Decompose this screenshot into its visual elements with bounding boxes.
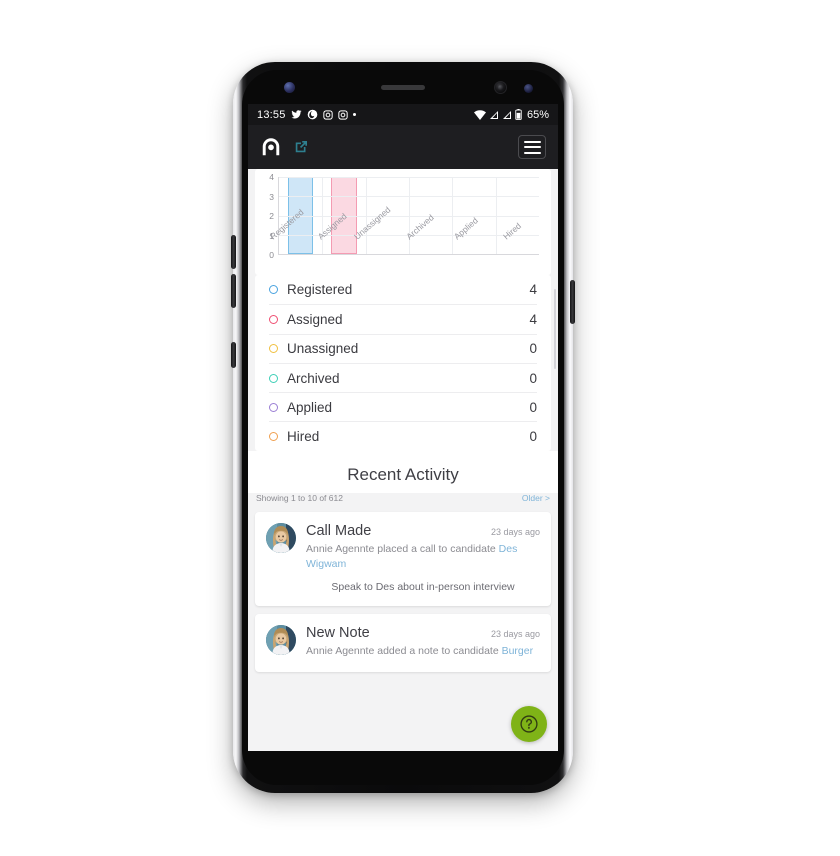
page-content-scroll[interactable]: 01234 Registered Assigned Unassigned Archiv… — [248, 169, 558, 751]
stats-row[interactable]: Unassigned 0 — [269, 333, 537, 363]
chart-y-tick: 3 — [269, 191, 274, 202]
help-button[interactable] — [511, 706, 547, 742]
phone-screen: 13:55 65% 0 1 2 3 4 Registered Assigned … — [248, 104, 558, 751]
avatar — [266, 522, 296, 553]
avatar — [266, 625, 296, 656]
stats-row-value: 0 — [529, 429, 537, 445]
status-dot-icon — [269, 373, 278, 383]
stats-row[interactable]: Registered 4 — [269, 275, 537, 304]
chart-y-tick: 2 — [269, 211, 274, 221]
external-link-icon[interactable] — [292, 138, 310, 156]
battery-icon — [515, 109, 522, 120]
instagram-icon — [322, 109, 333, 120]
twitter-icon — [290, 109, 302, 120]
instagram-icon — [337, 109, 348, 120]
activity-body: Call Made 23 days ago Annie Agennte placed… — [306, 523, 540, 593]
chart-x-slot: Archived — [404, 212, 453, 273]
activity-note: Speak to Des about in-person interview — [331, 581, 515, 594]
status-dot-icon — [269, 402, 278, 412]
status-dot-icon — [269, 344, 278, 354]
phone-screen-bezel: 13:55 65% 0 1 2 3 4 Registered Assigned … — [242, 70, 564, 785]
chart-x-axis: Registered Assigned Unassigned Archived Appl… — [268, 205, 540, 273]
older-link[interactable]: Older > — [522, 493, 550, 503]
stats-row[interactable]: Archived 0 — [269, 362, 537, 392]
stats-row-label: Registered — [287, 282, 353, 298]
signal-icon — [502, 110, 512, 120]
pipeline-stats-list: Registered 4 Assigned 4 Unassigned 0 Archived 0… — [255, 275, 551, 451]
activity-description-text: Annie Agennte placed a call to candidate — [306, 542, 499, 555]
activity-description-text: Annie Agennte added a note to candidate — [306, 645, 502, 658]
app-header-bar — [248, 125, 558, 169]
more-notifications-dot-icon — [352, 112, 357, 117]
activity-header: New Note 23 days ago — [306, 625, 540, 641]
activity-timestamp: 23 days ago — [490, 629, 540, 640]
proximity-sensor-icon — [524, 84, 533, 93]
stats-row-label: Unassigned — [287, 341, 359, 357]
bixby-button[interactable] — [231, 342, 236, 368]
stats-row-value: 0 — [529, 399, 537, 415]
activity-timestamp: 23 days ago — [490, 526, 540, 537]
status-dot-icon — [269, 314, 278, 324]
power-button[interactable] — [570, 280, 575, 324]
showing-count-label: Showing 1 to 10 of 612 — [256, 492, 343, 503]
stats-row-label: Archived — [287, 370, 340, 386]
stats-row[interactable]: Hired 0 — [269, 421, 537, 450]
chart-x-slot: Unassigned — [352, 205, 409, 273]
stats-row-value: 0 — [529, 370, 537, 386]
stats-row-value: 4 — [529, 311, 537, 327]
stats-row-value: 0 — [529, 341, 537, 357]
activity-description: Annie Agennte placed a call to candidate… — [306, 542, 540, 572]
signal-icon — [489, 110, 499, 120]
volume-up-button[interactable] — [231, 235, 236, 269]
stats-row-label: Applied — [287, 399, 333, 415]
activity-title: Call Made — [306, 522, 372, 539]
phone-device-frame: 13:55 65% 0 1 2 3 4 Registered Assigned … — [231, 62, 575, 793]
stats-row[interactable]: Assigned 4 — [269, 304, 537, 333]
stats-row[interactable]: Applied 0 — [269, 392, 537, 421]
activity-item[interactable]: New Note 23 days ago Annie Agennte added a… — [255, 614, 551, 673]
recent-activity-heading: Recent Activity — [248, 450, 558, 493]
chart-x-slot: Hired — [496, 221, 540, 273]
chart-y-axis: 01234 — [261, 172, 277, 260]
activity-list: Call Made 23 days ago Annie Agennte placed… — [248, 511, 558, 673]
status-dot-icon — [269, 285, 278, 295]
status-dot-icon — [269, 432, 278, 442]
android-status-bar: 13:55 65% — [248, 104, 558, 125]
battery-percent: 65% — [526, 108, 549, 121]
app-logo-icon[interactable] — [260, 136, 282, 158]
chart-y-tick: 4 — [269, 172, 274, 182]
volume-down-button[interactable] — [231, 274, 236, 308]
chart-x-slot: Registered — [268, 207, 322, 273]
pipeline-bar-chart: 01234 Registered Assigned Unassigned Archiv… — [255, 169, 551, 275]
chart-x-slot: Applied — [452, 215, 496, 273]
phone-top-bezel — [242, 70, 564, 104]
candidate-link[interactable]: Burger — [502, 645, 534, 657]
activity-item[interactable]: Call Made 23 days ago Annie Agennte placed… — [255, 511, 551, 607]
front-camera-icon — [494, 81, 507, 94]
recent-activity-pagination: Showing 1 to 10 of 612 Older > — [248, 492, 558, 512]
activity-title: New Note — [306, 625, 370, 642]
wifi-icon — [473, 109, 486, 120]
vodafone-icon — [307, 109, 318, 120]
activity-description: Annie Agennte added a note to candidate … — [306, 644, 540, 659]
activity-header: Call Made 23 days ago — [306, 523, 540, 539]
stats-row-label: Assigned — [287, 311, 343, 327]
question-mark-icon — [520, 715, 538, 733]
content-scrollbar[interactable] — [553, 289, 556, 369]
chart-y-tick: 0 — [269, 250, 274, 260]
activity-body: New Note 23 days ago Annie Agennte added a… — [306, 625, 540, 659]
stats-row-value: 4 — [529, 282, 537, 298]
iris-sensor-icon — [284, 82, 295, 93]
hamburger-menu-icon[interactable] — [518, 135, 546, 159]
status-time: 13:55 — [257, 108, 286, 121]
earpiece-speaker — [381, 85, 425, 90]
stats-row-label: Hired — [287, 429, 320, 445]
